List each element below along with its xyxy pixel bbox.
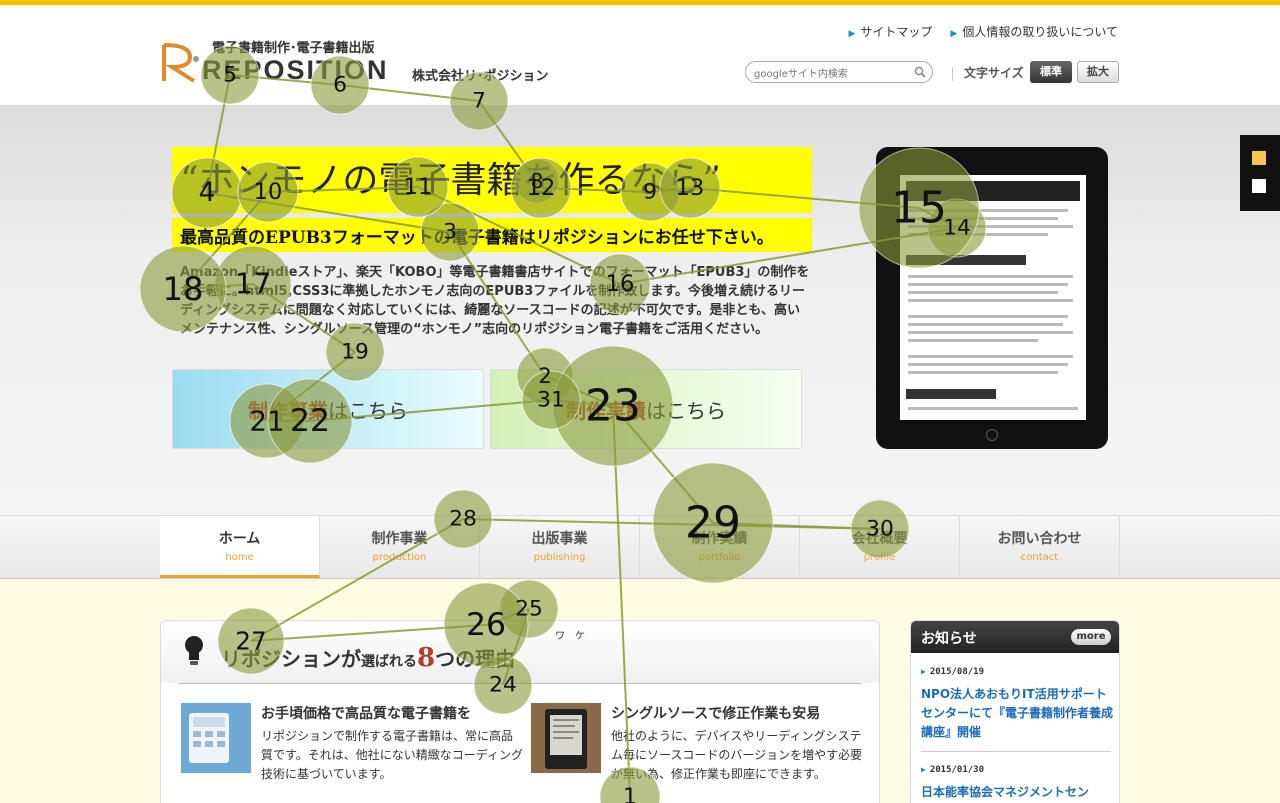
arrow-right-icon: ▶ [921, 667, 926, 676]
production-cta-button[interactable]: 制作事業 はこちら [172, 369, 484, 449]
tablet-home-button [986, 429, 998, 441]
reasons-header: ワケ リポジションが選ばれる8つの理由 [161, 621, 879, 683]
site-header: 電子書籍制作･電子書籍出版 REPOSITION 株式会社リ･ポジション ▶ サイ… [0, 5, 1280, 105]
news-date: 2015/08/19 [929, 667, 985, 677]
reason-text: リポジションで制作する電子書籍は、常に高品質です。それは、他社にない精緻なコーデ… [261, 729, 523, 781]
news-more-button[interactable]: more [1071, 629, 1111, 645]
font-size-label: 文字サイズ [964, 66, 1024, 80]
arrow-right-icon: ▶ [950, 29, 958, 39]
hero-body-text: Amazon「Kindleストア」、楽天「KOBO」等電子書籍書店サイトでのフォ… [180, 265, 810, 337]
news-link[interactable]: NPO法人あおもりIT活用サポートセンターにて『電子書籍制作者養成講座』開催 [921, 685, 1117, 742]
font-standard-button[interactable]: 標準 [1030, 61, 1072, 83]
cta-strong-label: 制作事業 [248, 398, 328, 423]
square-icon[interactable] [1252, 151, 1266, 165]
utility-links: ▶ サイトマップ ▶ 個人情報の取り扱いについて [848, 23, 1118, 40]
main-nav: ホーム home 制作事業 production 出版事業 publishing 制作… [0, 515, 1280, 579]
logo-wordmark: REPOSITION [202, 55, 389, 85]
divider [179, 683, 861, 684]
side-toggle-panel [1240, 135, 1280, 211]
font-large-button[interactable]: 拡大 [1077, 61, 1119, 83]
news-item: ▶ 2015/01/30 日本能率協会マネジメントセン [921, 765, 1117, 802]
site-logo[interactable]: 電子書籍制作･電子書籍出版 REPOSITION [160, 37, 400, 89]
square-icon[interactable] [1252, 179, 1266, 193]
news-link[interactable]: 日本能率協会マネジメントセン [921, 783, 1117, 802]
hero-title: “ホンモノの電子書籍を作るなら” [180, 160, 721, 201]
sitemap-link[interactable]: ▶ サイトマップ [848, 23, 932, 40]
nav-item-publishing[interactable]: 出版事業 publishing [480, 516, 640, 578]
news-title: お知らせ [921, 631, 977, 647]
ruby-text: ワケ [555, 631, 595, 642]
lightbulb-icon [185, 636, 203, 665]
tablet-image [876, 147, 1108, 449]
nav-item-home[interactable]: ホーム home [160, 516, 320, 578]
search-icon[interactable] [914, 66, 926, 78]
divider [952, 67, 953, 81]
nav-item-production[interactable]: 制作事業 production [320, 516, 480, 578]
reasons-section: ワケ リポジションが選ばれる8つの理由 お手頃価格で高品質な電子書籍を リポジシ… [160, 620, 880, 803]
news-item: ▶ 2015/08/19 NPO法人あおもりIT活用サポートセンターにて『電子書籍… [921, 667, 1117, 742]
nav-item-profile[interactable]: 会社概要 profile [800, 516, 960, 578]
news-panel: お知らせ more ▶ 2015/08/19 NPO法人あおもりIT活用サポートセ… [910, 620, 1120, 803]
nav-item-portfolio[interactable]: 制作実績 portfolio [640, 516, 800, 578]
nav-item-contact[interactable]: お問い合わせ contact [960, 516, 1120, 578]
search-input[interactable] [746, 65, 906, 84]
fixation-label: 25 [515, 597, 543, 622]
calculator-image [181, 703, 251, 773]
news-header: お知らせ more [911, 621, 1119, 653]
ereader-image [531, 703, 601, 773]
reason-text: 他社のように、デバイスやリーディングシステム毎にソースコードのバージョンを増やす… [611, 729, 863, 781]
hero-subtitle: 最高品質のEPUB3フォーマットの電子書籍はリポジションにお任せ下さい。 [180, 228, 774, 248]
hero-banner: “ホンモノの電子書籍を作るなら” 最高品質のEPUB3フォーマットの電子書籍はリ… [0, 105, 1280, 515]
company-name: 株式会社リ･ポジション [412, 69, 549, 84]
privacy-link[interactable]: ▶ 個人情報の取り扱いについて [950, 23, 1118, 40]
logo-mark-icon [162, 43, 199, 83]
cta-label: はこちら [646, 398, 726, 423]
news-date: 2015/01/30 [929, 765, 985, 775]
cta-strong-label: 制作実績 [566, 398, 646, 423]
arrow-right-icon: ▶ [921, 765, 926, 774]
portfolio-cta-button[interactable]: 制作実績 はこちら [490, 369, 802, 449]
reasons-title: リポジションが選ばれる8つの理由 [221, 643, 516, 673]
logo-tagline: 電子書籍制作･電子書籍出版 [212, 41, 375, 56]
tablet-screen [900, 175, 1086, 420]
reason-title: お手頃価格で高品質な電子書籍を [261, 706, 471, 722]
divider [921, 751, 1111, 752]
arrow-right-icon: ▶ [848, 29, 856, 39]
site-search [745, 61, 933, 84]
cta-label: はこちら [328, 398, 408, 423]
reason-title: シングルソースで修正作業も安易 [611, 706, 821, 722]
